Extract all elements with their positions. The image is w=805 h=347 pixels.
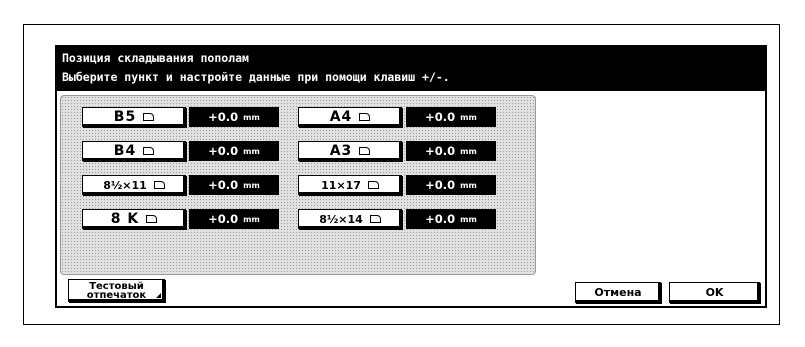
paper-landscape-icon: [369, 215, 381, 223]
paper-size-label: 8½×11: [103, 178, 147, 192]
paper-size-button-legal[interactable]: 8½×14: [298, 209, 402, 229]
paper-size-label: 8 K: [110, 211, 140, 227]
paper-size-button-ledger[interactable]: 11×17: [298, 175, 402, 195]
value-unit: mm: [460, 146, 477, 156]
adjust-value-a4: +0.0 mm: [406, 107, 496, 127]
paper-size-label: B5: [113, 109, 137, 125]
value-text: +0.0: [425, 110, 456, 124]
paper-size-label: A4: [329, 109, 353, 125]
value-unit: mm: [460, 112, 477, 122]
value-text: +0.0: [425, 178, 456, 192]
ok-button[interactable]: OK: [669, 282, 760, 303]
adjust-value-letter: +0.0 mm: [189, 175, 279, 195]
paper-landscape-icon: [359, 113, 371, 121]
cancel-button[interactable]: Отмена: [575, 282, 661, 303]
value-unit: mm: [243, 180, 260, 190]
paper-size-label: 8½×14: [319, 212, 363, 226]
test-print-label-line2: отпечаток: [86, 289, 147, 301]
paper-size-label: B4: [113, 143, 137, 159]
adjust-value-b4: +0.0 mm: [189, 141, 279, 161]
adjust-value-ledger: +0.0 mm: [406, 175, 496, 195]
paper-size-button-letter[interactable]: 8½×11: [82, 175, 186, 195]
paper-landscape-icon: [143, 147, 155, 155]
value-text: +0.0: [208, 110, 239, 124]
value-text: +0.0: [208, 212, 239, 226]
value-unit: mm: [243, 146, 260, 156]
value-unit: mm: [460, 214, 477, 224]
paper-size-button-a3[interactable]: A3: [298, 141, 402, 161]
dialog-instruction: Выберите пункт и настройте данные при по…: [62, 70, 450, 84]
adjust-value-a3: +0.0 mm: [406, 141, 496, 161]
dialog-header: Позиция складывания пополам Выберите пун…: [57, 47, 765, 91]
paper-size-label: A3: [329, 143, 353, 159]
paper-size-grid: B5 +0.0 mm A4 +0.0 mm B4 +0.0 mm A3 +0.0…: [60, 95, 536, 275]
adjust-value-legal: +0.0 mm: [406, 209, 496, 229]
value-text: +0.0: [425, 212, 456, 226]
adjust-value-b5: +0.0 mm: [189, 107, 279, 127]
value-unit: mm: [243, 112, 260, 122]
cancel-label: Отмена: [594, 286, 642, 299]
paper-landscape-icon: [143, 113, 155, 121]
test-print-button[interactable]: Тестовый отпечаток: [68, 279, 165, 302]
paper-size-label: 11×17: [321, 178, 361, 192]
ok-label: OK: [705, 286, 724, 299]
value-text: +0.0: [208, 144, 239, 158]
value-unit: mm: [460, 180, 477, 190]
adjust-value-8k: +0.0 mm: [189, 209, 279, 229]
value-text: +0.0: [425, 144, 456, 158]
paper-landscape-icon: [367, 181, 379, 189]
fold-position-dialog: Позиция складывания пополам Выберите пун…: [55, 45, 767, 308]
paper-landscape-icon: [146, 215, 158, 223]
paper-size-button-a4[interactable]: A4: [298, 107, 402, 127]
value-unit: mm: [243, 214, 260, 224]
dialog-title: Позиция складывания пополам: [62, 51, 249, 65]
corner-indicator-icon: [156, 293, 161, 298]
value-text: +0.0: [208, 178, 239, 192]
paper-landscape-icon: [153, 181, 165, 189]
paper-landscape-icon: [359, 147, 371, 155]
paper-size-button-8k[interactable]: 8 K: [82, 209, 186, 229]
paper-size-button-b4[interactable]: B4: [82, 141, 186, 161]
paper-size-button-b5[interactable]: B5: [82, 107, 186, 127]
